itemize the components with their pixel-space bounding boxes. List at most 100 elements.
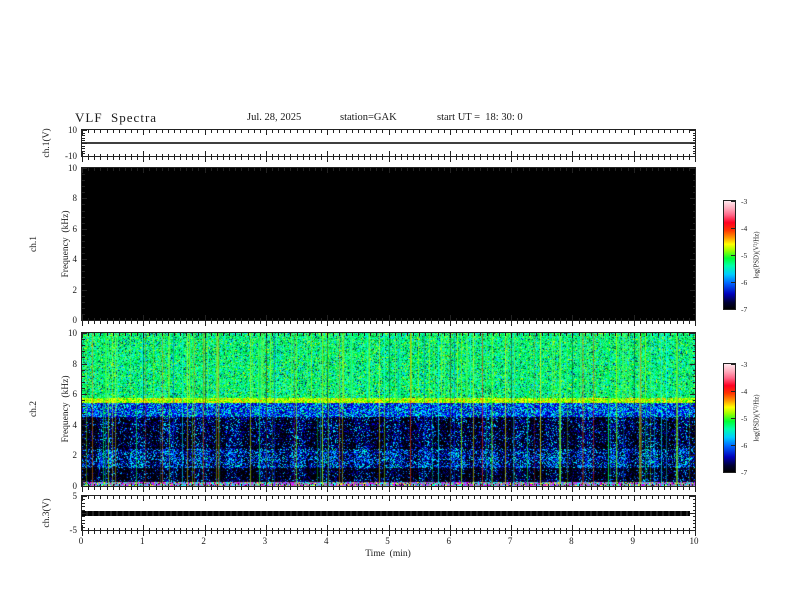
tick-mark (260, 321, 261, 324)
tick-mark (278, 496, 279, 499)
tick-mark (456, 483, 457, 486)
tick-mark (290, 157, 291, 160)
tick-mark (82, 290, 85, 291)
y-tick-label: 6 (72, 389, 78, 399)
tick-mark (303, 483, 304, 486)
tick-mark (107, 483, 108, 486)
tick-mark (692, 265, 695, 266)
tick-mark (560, 333, 561, 336)
tick-mark (333, 130, 334, 133)
station-label: station=GAK (340, 112, 397, 123)
tick-mark (352, 483, 353, 486)
tick-mark (272, 333, 273, 336)
tick-mark (303, 168, 304, 171)
tick-mark (615, 333, 616, 336)
tick-mark (560, 483, 561, 486)
y-tick-label: 0 (72, 481, 78, 491)
tick-mark (505, 321, 506, 324)
tick-mark (321, 153, 322, 156)
tick-mark (395, 153, 396, 156)
tick-mark (523, 527, 524, 530)
tick-mark (603, 496, 604, 499)
tick-mark (364, 496, 365, 499)
tick-mark (609, 168, 610, 171)
tick-mark (131, 168, 132, 171)
tick-mark (677, 321, 678, 324)
tick-mark (235, 483, 236, 486)
tick-mark (370, 527, 371, 530)
tick-mark (450, 151, 451, 156)
tick-mark (542, 483, 543, 486)
tick-mark (579, 496, 580, 499)
tick-mark (444, 321, 445, 324)
tick-mark (205, 481, 206, 486)
tick-mark (131, 483, 132, 486)
tick-mark (174, 531, 175, 534)
tick-mark (346, 168, 347, 171)
tick-mark (597, 531, 598, 534)
tick-mark (82, 506, 85, 507)
tick-mark (297, 168, 298, 171)
tick-mark (517, 333, 518, 336)
tick-mark (683, 321, 684, 324)
tick-mark (640, 321, 641, 324)
tick-mark (692, 520, 695, 521)
tick-mark (585, 153, 586, 156)
tick-mark (658, 527, 659, 530)
tick-mark (235, 333, 236, 336)
tick-mark (529, 168, 530, 171)
tick-mark (615, 157, 616, 160)
tick-mark (113, 157, 114, 160)
start-ut-label: start UT = 18: 30: 0 (437, 112, 523, 123)
tick-mark (382, 496, 383, 499)
tick-mark (309, 333, 310, 336)
tick-mark (692, 153, 695, 154)
tick-mark (523, 487, 524, 490)
tick-mark (615, 168, 616, 171)
tick-mark (425, 531, 426, 534)
tick-mark (162, 487, 163, 490)
tick-mark (266, 157, 267, 162)
tick-mark (474, 487, 475, 490)
tick-mark (94, 157, 95, 160)
tick-mark (272, 487, 273, 490)
tick-mark (523, 130, 524, 133)
tick-mark (615, 527, 616, 530)
tick-mark (499, 487, 500, 490)
tick-mark (438, 487, 439, 490)
tick-mark (364, 531, 365, 534)
tick-mark (174, 496, 175, 499)
tick-mark (560, 168, 561, 171)
tick-mark (652, 531, 653, 534)
tick-mark (266, 333, 267, 338)
tick-mark (692, 211, 695, 212)
tick-mark (480, 130, 481, 133)
tick-mark (321, 317, 322, 320)
tick-mark (480, 168, 481, 171)
tick-mark (315, 321, 316, 324)
colorbar-tick-label: -6 (741, 441, 748, 450)
tick-mark (554, 321, 555, 324)
tick-mark (205, 321, 206, 326)
tick-mark (505, 317, 506, 320)
tick-mark (413, 333, 414, 336)
tick-mark (352, 496, 353, 499)
tick-mark (370, 153, 371, 156)
tick-mark (229, 317, 230, 320)
tick-mark (119, 130, 120, 133)
tick-mark (413, 531, 414, 534)
tick-mark (634, 481, 635, 486)
y-tick-label: 2 (72, 450, 78, 460)
tick-mark (174, 317, 175, 320)
tick-mark (376, 168, 377, 171)
ch1-axis-line1: ch.1 (29, 235, 39, 253)
tick-mark (180, 483, 181, 486)
tick-mark (692, 253, 695, 254)
tick-mark (315, 153, 316, 156)
tick-mark (333, 531, 334, 534)
tick-mark (692, 259, 695, 260)
tick-mark (597, 496, 598, 499)
tick-mark (211, 496, 212, 499)
tick-mark (186, 130, 187, 133)
ch1-colorbar: -3 -4 -5 -6 -7 (723, 198, 747, 313)
